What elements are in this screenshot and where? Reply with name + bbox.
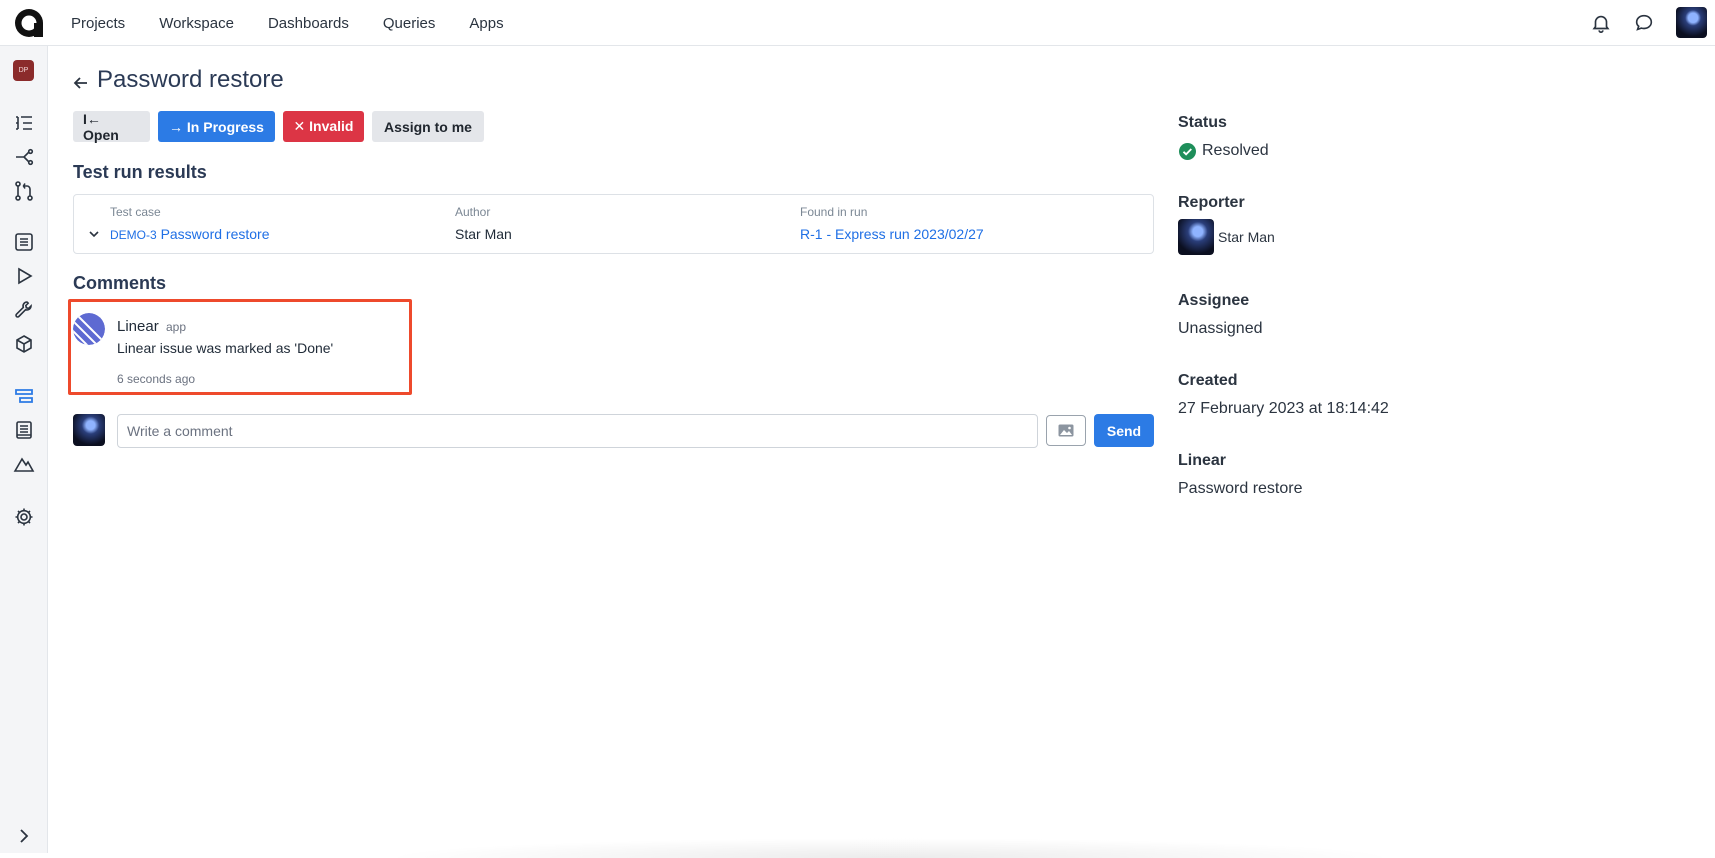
linear-label: Linear xyxy=(1178,452,1227,469)
status-value: Resolved xyxy=(1202,142,1269,159)
column-header-found-in-run: Found in run xyxy=(800,205,868,219)
attach-image-button[interactable] xyxy=(1046,415,1086,446)
chevron-down-icon[interactable] xyxy=(88,228,100,240)
main-nav: Projects Workspace Dashboards Queries Ap… xyxy=(71,0,504,46)
reporter-avatar xyxy=(1178,219,1214,255)
defects-icon[interactable] xyxy=(13,385,35,407)
settings-gear-icon[interactable] xyxy=(13,506,35,528)
expand-sidebar-chevron-icon[interactable] xyxy=(13,825,35,847)
user-avatar[interactable] xyxy=(1676,7,1707,38)
nav-workspace[interactable]: Workspace xyxy=(159,15,234,32)
column-header-author: Author xyxy=(455,205,491,219)
test-case-title: Password restore xyxy=(160,226,270,242)
chat-icon[interactable] xyxy=(1633,12,1655,34)
tools-icon[interactable] xyxy=(13,299,35,321)
left-sidebar: DP xyxy=(0,46,48,853)
assign-to-me-button[interactable]: Assign to me xyxy=(372,111,484,142)
open-button[interactable]: I← Open xyxy=(73,111,150,143)
assignee-label: Assignee xyxy=(1178,292,1250,309)
documentation-icon[interactable] xyxy=(13,419,35,441)
comment-input[interactable] xyxy=(117,414,1038,448)
comment-timestamp: 6 seconds ago xyxy=(117,372,196,386)
nav-queries[interactable]: Queries xyxy=(383,15,436,32)
linear-issue-link[interactable]: Password restore xyxy=(1178,480,1303,498)
invalid-button[interactable]: ✕ Invalid xyxy=(283,111,364,142)
test-run-results-table: Test case Author Found in run DEMO-3 Pas… xyxy=(73,194,1154,254)
test-plans-icon[interactable] xyxy=(13,231,35,253)
author-value: Star Man xyxy=(455,226,512,242)
created-label: Created xyxy=(1178,372,1238,389)
test-case-id: DEMO-3 xyxy=(110,228,157,242)
shared-steps-icon[interactable] xyxy=(13,333,35,355)
top-navbar: Projects Workspace Dashboards Queries Ap… xyxy=(0,0,1715,46)
app-logo-icon[interactable] xyxy=(14,8,44,38)
page-title: Password restore xyxy=(97,66,284,93)
found-in-run-link[interactable]: R-1 - Express run 2023/02/27 xyxy=(800,226,984,242)
test-cases-icon[interactable] xyxy=(13,112,35,134)
created-value: 27 February 2023 at 18:14:42 xyxy=(1178,400,1389,417)
bottom-shadow xyxy=(380,838,1400,858)
check-circle-icon xyxy=(1179,143,1196,160)
test-runs-icon[interactable] xyxy=(13,265,35,287)
milestones-icon[interactable] xyxy=(13,453,35,475)
nav-apps[interactable]: Apps xyxy=(469,15,503,32)
status-label: Status xyxy=(1178,114,1227,131)
requirements-icon[interactable] xyxy=(13,146,35,168)
in-progress-button[interactable]: → In Progress xyxy=(158,111,275,142)
bell-icon[interactable] xyxy=(1590,12,1612,34)
linear-app-avatar xyxy=(73,313,105,345)
test-case-link[interactable]: DEMO-3 Password restore xyxy=(110,226,270,242)
pull-request-icon[interactable] xyxy=(13,180,35,202)
current-user-avatar xyxy=(73,414,105,446)
reporter-value: Star Man xyxy=(1218,229,1275,245)
test-run-results-title: Test run results xyxy=(73,162,207,182)
nav-projects[interactable]: Projects xyxy=(71,15,125,32)
assignee-value[interactable]: Unassigned xyxy=(1178,320,1263,338)
project-badge[interactable]: DP xyxy=(13,60,34,81)
comment-author: Linear xyxy=(117,318,159,335)
comments-title: Comments xyxy=(73,273,167,293)
image-icon xyxy=(1058,424,1074,437)
back-arrow-icon[interactable] xyxy=(72,74,90,92)
nav-dashboards[interactable]: Dashboards xyxy=(268,15,349,32)
send-button[interactable]: Send xyxy=(1094,414,1154,447)
comment-text: Linear issue was marked as 'Done' xyxy=(117,340,334,356)
reporter-label: Reporter xyxy=(1178,194,1245,211)
comment-author-tag: app xyxy=(166,320,187,334)
column-header-test-case: Test case xyxy=(110,205,161,219)
